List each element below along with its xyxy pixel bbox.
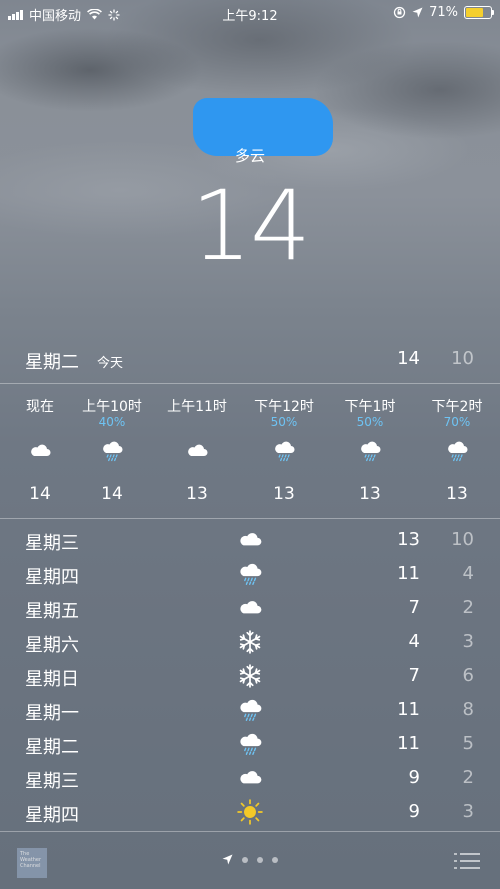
status-bar: 中国移动 上午9:12 71% [0,0,500,26]
daily-row: 星期四 11 4 [0,558,500,592]
daily-day: 星期一 [25,703,79,724]
daily-low: 8 [462,699,474,720]
page-dot[interactable] [242,856,248,863]
daily-row: 星期四 9 3 [0,796,500,830]
daily-low: 2 [462,597,474,618]
daily-high: 11 [397,563,420,584]
daily-row: 星期五 7 2 [0,592,500,626]
cloud-rain-icon [272,439,296,463]
snowflake-icon [237,663,263,689]
today-high: 14 [397,348,420,369]
hourly-time: 上午11时 [167,399,227,415]
today-summary-row: 星期二 今天 14 10 [0,340,500,380]
daily-day: 星期二 [25,737,79,758]
snowflake-icon [237,629,263,655]
cloud-icon [28,439,52,463]
sun-icon [237,799,263,825]
cloud-rain-icon [237,731,263,757]
daily-high: 13 [397,529,420,550]
daily-day: 星期五 [25,601,79,622]
cloud-rain-icon [445,439,469,463]
daily-low: 6 [462,665,474,686]
hourly-precip: 70% [443,415,471,429]
today-day: 星期二 [25,352,79,373]
daily-row: 星期日 7 6 [0,660,500,694]
divider [0,518,500,519]
daily-day: 星期四 [25,805,79,826]
daily-high: 7 [408,597,420,618]
daily-high: 9 [408,767,420,788]
daily-row: 星期二 11 5 [0,728,500,762]
hourly-precip: 50% [270,415,298,429]
daily-low: 5 [462,733,474,754]
page-indicator[interactable] [222,854,278,865]
hourly-time: 下午1时 [344,399,396,415]
hourly-time: 上午10时 [82,399,142,415]
current-temperature: 14 [190,170,311,282]
daily-row: 星期一 11 8 [0,694,500,728]
daily-low: 2 [462,767,474,788]
daily-high: 9 [408,801,420,822]
daily-row: 星期三 9 2 [0,762,500,796]
today-low: 10 [451,348,474,369]
hourly-forecast[interactable]: 现在 14 上午10时 40% 14 上午11时 13 下午12时 50% 13 下午1时 50% 13… [0,384,500,518]
daily-low: 4 [462,563,474,584]
daily-high: 11 [397,699,420,720]
hourly-time: 下午2时 [431,399,483,415]
hourly-temp: 14 [101,484,123,504]
hourly-temp: 13 [273,484,295,504]
daily-low: 3 [462,801,474,822]
daily-row: 星期三 13 10 [0,524,500,558]
daily-row: 星期六 4 3 [0,626,500,660]
cloud-icon [237,527,263,553]
orientation-lock-icon [393,6,406,19]
daily-day: 星期三 [25,533,79,554]
hourly-time: 下午12时 [254,399,314,415]
battery-percent: 71% [429,5,458,20]
cloud-rain-icon [237,561,263,587]
daily-high: 4 [408,631,420,652]
battery-fill [466,8,483,17]
today-tag: 今天 [97,356,124,371]
location-arrow-icon [412,7,423,18]
city-list-icon[interactable] [454,852,480,870]
cloud-rain-icon [100,439,124,463]
daily-high: 11 [397,733,420,754]
page-dot[interactable] [272,856,278,863]
hourly-precip: 50% [356,415,384,429]
daily-high: 7 [408,665,420,686]
cloud-rain-icon [358,439,382,463]
cloud-rain-icon [237,697,263,723]
battery-icon [464,6,494,19]
page-dot[interactable] [257,856,263,863]
hourly-temp: 13 [359,484,381,504]
daily-low: 3 [462,631,474,652]
daily-day: 星期四 [25,567,79,588]
status-right: 71% [393,5,494,20]
weather-channel-logo[interactable]: The Weather Channel [17,848,47,878]
bottom-bar: The Weather Channel [0,832,500,889]
hourly-precip: 40% [98,415,126,429]
cloud-icon [237,765,263,791]
current-condition: 多云 [234,147,265,165]
hourly-temp: 13 [186,484,208,504]
daily-low: 10 [451,529,474,550]
location-arrow-icon [222,854,233,865]
hourly-temp: 13 [446,484,468,504]
cloud-icon [237,595,263,621]
cloud-icon [185,439,209,463]
daily-day: 星期日 [25,669,79,690]
daily-day: 星期三 [25,771,79,792]
daily-day: 星期六 [25,635,79,656]
